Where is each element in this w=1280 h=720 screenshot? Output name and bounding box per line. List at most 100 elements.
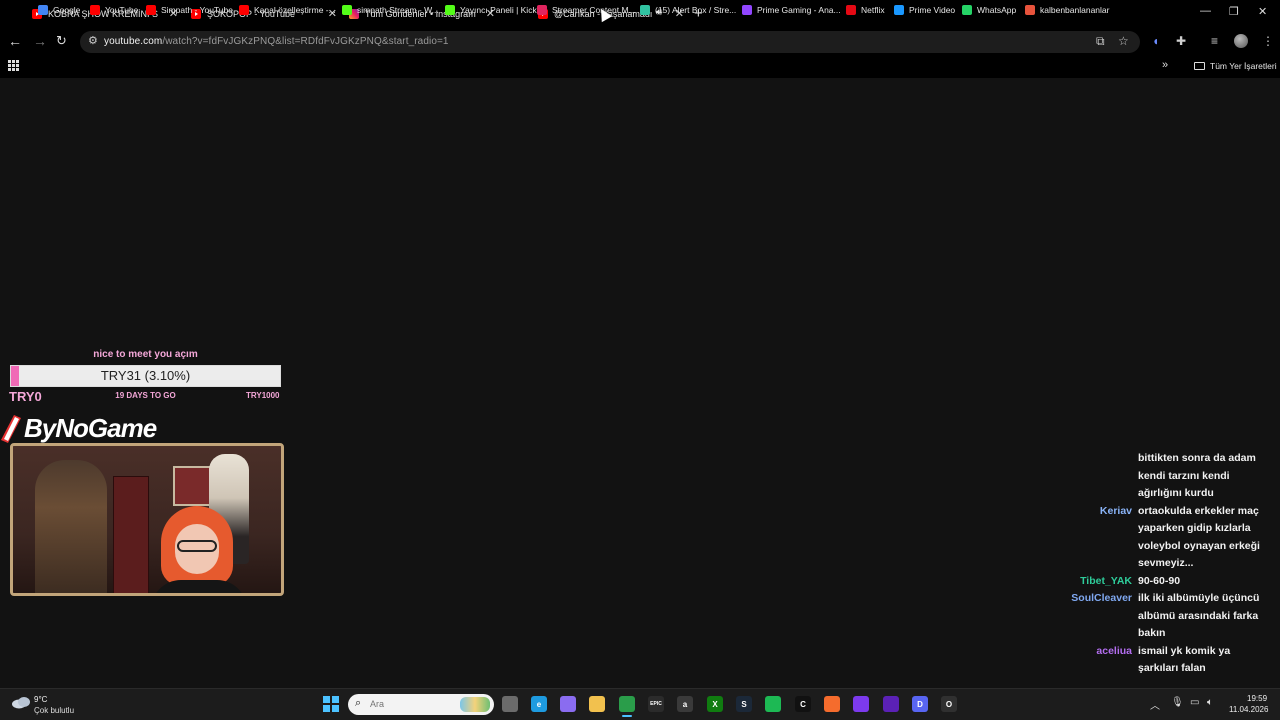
bookmark-label: Yayıncı Paneli | Kick [460,5,537,15]
url-text[interactable]: youtube.com/watch?v=fdFvJGKzPNQ&list=RDf… [104,36,449,47]
extension-audio-icon[interactable]: ◖ [1152,34,1159,48]
edge-icon[interactable]: e [531,696,547,712]
site-settings-icon[interactable]: ⚙ [88,34,98,47]
spotify-icon[interactable] [765,696,781,712]
bookmark-label: Prime Video [909,5,956,15]
streamer-icon [537,5,547,15]
circle-app-icon[interactable] [883,696,899,712]
extensions-puzzle-icon[interactable]: ✚ [1176,34,1186,48]
weather-temperature[interactable]: 9°C [34,695,47,704]
youtube-icon [90,5,100,15]
steam-icon[interactable]: S [736,696,752,712]
chat-message: aceliua ismail yk komik ya şarkıları fala… [1040,643,1272,678]
chat-message: Keriav ortaokulda erkekler maç yaparken g… [1040,503,1272,573]
task-view-icon[interactable] [502,696,518,712]
weather-description[interactable]: Çok bulutlu [34,706,74,715]
bookmarks-bar [0,56,1280,78]
network-icon[interactable]: ▭ [1190,697,1199,708]
minimize-icon[interactable]: — [1200,5,1211,17]
search-icon: ⌕ [355,697,362,709]
capcut-icon[interactable]: C [795,696,811,712]
chat-text: bittikten sonra da adam kendi tarzını ke… [1138,452,1256,499]
discord-icon[interactable]: D [912,696,928,712]
donation-goal-title: nice to meet you açım [93,349,198,360]
youtube-icon [146,5,156,15]
bynogame-logo-text: ByNoGame [24,413,157,443]
microphone-icon[interactable]: 🎙︎ [1171,697,1184,708]
bookmark-item[interactable]: Yayıncı Paneli | Kick [445,5,537,15]
bookmark-item[interactable]: simpath Stream - W... [342,5,439,15]
bookmark-item[interactable]: Streamer Content M... [537,5,636,15]
bookmark-item[interactable]: kalbenbanlananlar [1025,5,1109,15]
close-window-icon[interactable]: ✕ [1258,5,1267,18]
epic-games-icon[interactable]: EPIC [648,696,664,712]
prime-gaming-icon [742,5,752,15]
url-path: /watch?v=fdFvJGKzPNQ&list=RDfdFvJGKzPNQ&… [162,36,449,47]
url-host: youtube.com [104,36,163,47]
profile-avatar[interactable] [1234,34,1248,48]
webcam-body [151,580,247,593]
bookmark-label: Prime Gaming - Ana... [757,5,841,15]
bookmark-label: simpath Stream - W... [357,5,439,15]
chat-text: ismail yk komik ya şarkıları falan [1138,644,1231,675]
donation-goal-days-left: 19 DAYS TO GO [115,391,176,400]
bookmark-label: Netflix [861,5,885,15]
bookmark-star-icon[interactable]: ☆ [1118,34,1129,48]
folder-icon [1194,62,1205,70]
active-app-indicator [622,715,632,717]
search-highlight-icon [460,697,490,712]
windows-start-icon[interactable] [323,696,339,712]
maximize-icon[interactable]: ❐ [1229,5,1239,18]
chat-username: SoulCleaver [1071,592,1132,604]
bookmark-item[interactable]: (15) Alert Box / Stre... [640,5,736,15]
chat-text: ortaokulda erkekler maç yaparken gidip k… [1138,504,1260,570]
volume-icon[interactable]: 🔈︎ [1207,697,1213,708]
all-bookmarks-folder[interactable]: Tüm Yer İşaretleri [1194,61,1277,71]
kick-icon [445,5,455,15]
donation-goal-max: TRY1000 [246,391,280,400]
reload-icon[interactable]: ↻ [56,33,67,49]
xbox-icon[interactable]: X [707,696,723,712]
origin-icon[interactable] [824,696,840,712]
all-bookmarks-label: Tüm Yer İşaretleri [1210,61,1277,71]
install-app-icon[interactable]: ⧉ [1096,34,1105,49]
back-icon[interactable]: ← [8,33,22,49]
clock-time[interactable]: 19:59 [1247,694,1267,703]
chat-username: Tibet_YAK [1080,574,1132,587]
chrome-icon[interactable] [619,696,635,712]
streamlabs-icon [640,5,650,15]
copilot-icon[interactable] [560,696,576,712]
bookmarks-overflow-icon[interactable]: » [1162,59,1168,71]
chat-message: bittikten sonra da adam kendi tarzını ke… [1040,450,1272,503]
taskbar-search[interactable]: ⌕ [348,694,494,715]
chat-username: aceliua [1096,644,1132,657]
bookmark-item[interactable]: Prime Gaming - Ana... [742,5,841,15]
forward-icon[interactable]: → [33,33,47,49]
bookmark-item[interactable]: Google [38,5,80,15]
browser-toolbar: ← → ↻ ⚙ youtube.com/watch?v=fdFvJGKzPNQ&… [0,28,1280,56]
webcam-glasses [177,540,217,552]
bookmark-item[interactable]: WhatsApp [962,5,1016,15]
apps-grid-icon[interactable] [8,60,19,71]
menu-kebab-icon[interactable]: ⋮ [1262,34,1274,48]
clapper-icon[interactable] [853,696,869,712]
tray-chevron-icon[interactable]: ︿ [1150,697,1160,712]
webcam-figure-left [35,460,107,593]
taskbar-search-input[interactable] [370,697,450,711]
media-control-icon[interactable]: ≡ [1211,34,1218,48]
bookmark-label: WhatsApp [977,5,1017,15]
bookmark-item[interactable]: Prime Video [894,5,955,15]
clock-date[interactable]: 11.04.2026 [1229,705,1268,714]
cloudy-weather-icon[interactable] [11,695,31,709]
chat-overlay: bittikten sonra da adam kendi tarzını ke… [1040,450,1272,678]
address-bar[interactable]: ⚙ youtube.com/watch?v=fdFvJGKzPNQ&list=R… [80,31,1140,53]
amazon-games-icon[interactable]: a [677,696,693,712]
bookmark-item[interactable]: Netflix [846,5,885,15]
bookmark-item[interactable]: Kanal özelleştirme -... [239,5,336,15]
file-explorer-icon[interactable] [589,696,605,712]
obs-icon[interactable]: O [941,696,957,712]
bookmark-item[interactable]: Simpath - YouTube [146,5,233,15]
bookmark-label: Streamer Content M... [552,5,636,15]
bookmark-item[interactable]: YouTube [90,5,138,15]
heart-icon [1025,5,1035,15]
